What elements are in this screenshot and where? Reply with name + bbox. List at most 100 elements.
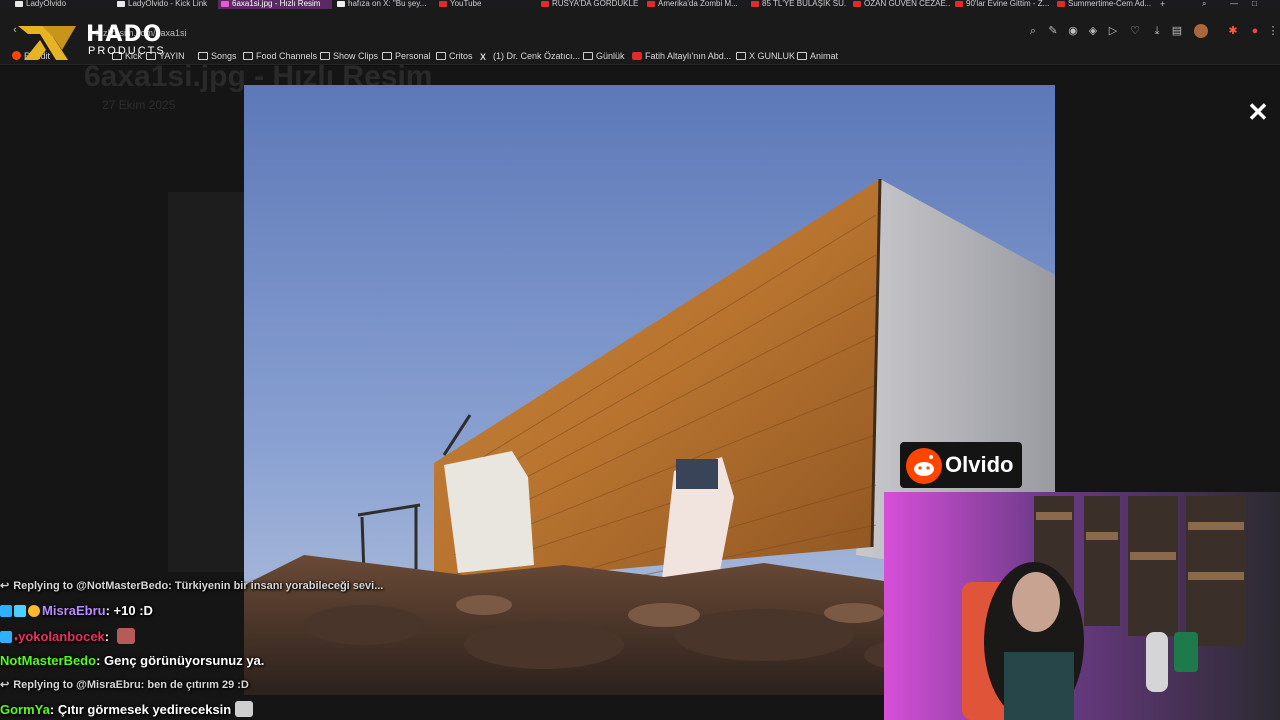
tab-hizli-resim[interactable]: 6axa1si.jpg - Hızlı Resim (218, 0, 332, 9)
browser-toolbar: ‹ hizliresim.com/6axa1si ⌕ ✎ ◉ ◈ ▷ ♡ ⤓ ▤… (0, 9, 1280, 47)
bookmark-label: Critos (449, 51, 473, 61)
tab-kick-link[interactable]: LadyOlvido - Kick Link (114, 0, 214, 9)
tab-x-post[interactable]: hafıza on X: "Bu şey... (334, 0, 430, 9)
search-icon[interactable]: ⌕ (1026, 24, 1040, 38)
tab-label: RUSYA'DA GÖRDÜKLE... (552, 0, 638, 8)
streamer-name: Olvido (945, 452, 1014, 477)
chat-reply-text: Replying to @MisraEbru: ben de çıtırım 2… (13, 679, 249, 691)
bookmark-x-gunluk[interactable]: X GUNLUK (736, 50, 795, 62)
bookmark-label: Fatih Altaylı'nın Abd... (645, 51, 732, 61)
folder-icon (382, 52, 392, 60)
page-date: 27 Ekim 2025 (102, 98, 176, 112)
tab-youtube[interactable]: YouTube (436, 0, 534, 9)
bookmark-label: Günlük (596, 51, 625, 61)
tab-strip: LadyOlvido LadyOlvido - Kick Link 6axa1s… (0, 0, 1280, 9)
sidebar-icon[interactable]: ▤ (1170, 24, 1184, 38)
bookmark-animat[interactable]: Animat (797, 50, 838, 62)
bookmark-show-clips[interactable]: Show Clips (320, 50, 378, 62)
profile-avatar[interactable] (1194, 24, 1208, 38)
download-icon[interactable]: ⤓ (1150, 24, 1164, 38)
tab-label: YouTube (450, 0, 482, 8)
tab-label: hafıza on X: "Bu şey... (348, 0, 427, 8)
youtube-icon (541, 1, 549, 7)
play-icon[interactable]: ▷ (1106, 24, 1120, 38)
camera-icon[interactable]: ◉ (1066, 24, 1080, 38)
search-tabs-icon[interactable]: ⌕ (1202, 0, 1206, 8)
minimize-icon[interactable]: — (1230, 0, 1238, 8)
chat-username[interactable]: yokolanbocek (18, 629, 105, 644)
reddit-icon (906, 448, 942, 484)
tab-ladyolvido[interactable]: LadyOlvido (12, 0, 112, 9)
tab-video-5[interactable]: 90'lar Evine Gittim - Z... (952, 0, 1052, 9)
chat-badge-icon (14, 605, 26, 617)
tab-label: Summertime-Cem Ad... (1068, 0, 1152, 8)
bookmark-gunluk[interactable]: Günlük (583, 50, 625, 62)
folder-icon (198, 52, 208, 60)
tab-video-2[interactable]: Amerika'da Zombi M... (644, 0, 744, 9)
chat-message: NotMasterBedo: Genç görünüyorsunuz ya. (0, 653, 265, 668)
tab-video-3[interactable]: 85 TL'YE BULAŞIK SÜ... (748, 0, 846, 9)
tab-label: 90'lar Evine Gittim - Z... (966, 0, 1050, 8)
chat-username[interactable]: NotMasterBedo (0, 653, 96, 668)
bookmark-label: Songs (211, 51, 237, 61)
reply-icon: ↩ (0, 580, 10, 592)
bookmark-songs[interactable]: Songs (198, 50, 237, 62)
folder-icon (797, 52, 807, 60)
chat-reply-text: Replying to @NotMasterBedo: Türkiyenin b… (13, 580, 384, 592)
webcam-feed (884, 492, 1280, 720)
bookmark-label: Food Channels (256, 51, 318, 61)
bookmark-critos[interactable]: Critos (436, 50, 473, 62)
heart-icon[interactable]: ♡ (1128, 24, 1142, 38)
page-side-panel (168, 192, 248, 572)
logo-sub-text: PRODUCTS (88, 45, 166, 57)
tab-favicon (117, 1, 125, 7)
emote-icon (116, 628, 135, 644)
bookmark-fatih-altayli[interactable]: Fatih Altaylı'nın Abd... (632, 50, 731, 62)
chat-badge-icon (28, 605, 40, 617)
youtube-icon (751, 1, 759, 7)
bookmark-x-cenk[interactable]: X (1) Dr. Cenk Özatıcı... (480, 50, 580, 62)
bookmark-label: Personal (395, 51, 431, 61)
youtube-icon (647, 1, 655, 7)
x-icon (337, 1, 345, 7)
folder-icon (243, 52, 253, 60)
emote-icon (235, 701, 254, 717)
youtube-icon (853, 1, 861, 7)
extension-icon-2[interactable]: ● (1248, 24, 1262, 38)
chat-message: ♦yokolanbocek: (0, 628, 135, 644)
tab-video-6[interactable]: Summertime-Cem Ad... (1054, 0, 1152, 9)
x-icon: X (480, 52, 487, 62)
tab-video-4[interactable]: OZAN GÜVEN CEZAE... (850, 0, 950, 9)
youtube-icon (439, 1, 447, 7)
youtube-icon (955, 1, 963, 7)
chat-message: MisraEbru: +10 :D (0, 603, 153, 618)
chat-reply-line: ↩ Replying to @MisraEbru: ben de çıtırım … (0, 678, 249, 691)
edit-icon[interactable]: ✎ (1046, 24, 1060, 38)
folder-icon (436, 52, 446, 60)
chat-username[interactable]: MisraEbru (42, 603, 106, 618)
bookmark-food-channels[interactable]: Food Channels (243, 50, 317, 62)
maximize-icon[interactable]: □ (1252, 0, 1257, 8)
tab-label: 85 TL'YE BULAŞIK SÜ... (762, 0, 846, 8)
tab-favicon (221, 1, 229, 7)
folder-icon (736, 52, 746, 60)
menu-icon[interactable]: ⋮ (1266, 24, 1280, 38)
close-viewer-button[interactable]: ✕ (1244, 98, 1272, 126)
chat-username[interactable]: GormYa (0, 702, 50, 717)
bookmark-label: (1) Dr. Cenk Özatıcı... (493, 51, 581, 61)
tab-video-1[interactable]: RUSYA'DA GÖRDÜKLE... (538, 0, 638, 9)
chat-text: +10 :D (113, 603, 153, 618)
extension-icon[interactable]: ✱ (1226, 24, 1240, 38)
new-tab-button[interactable]: + (1160, 0, 1165, 9)
tab-label: LadyOlvido (26, 0, 67, 8)
tab-label: LadyOlvido - Kick Link (128, 0, 208, 8)
bookmark-personal[interactable]: Personal (382, 50, 431, 62)
folder-icon (583, 52, 593, 60)
tab-label: Amerika'da Zombi M... (658, 0, 738, 8)
chat-text: Genç görünüyorsunuz ya. (104, 653, 265, 668)
chat-reply-line: ↩ Replying to @NotMasterBedo: Türkiyenin … (0, 579, 383, 592)
chat-badge-icon (0, 605, 12, 617)
shield-icon[interactable]: ◈ (1086, 24, 1100, 38)
bookmark-label: Show Clips (333, 51, 379, 61)
chat-message: GormYa: Çıtır görmesek yedireceksin (0, 701, 254, 717)
